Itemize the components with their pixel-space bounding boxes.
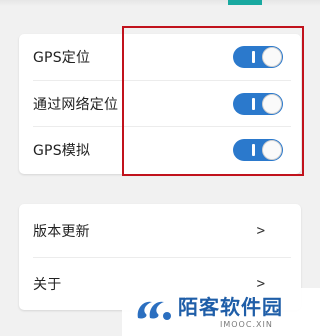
- top-bar: [0, 0, 320, 6]
- version-update-row[interactable]: 版本更新 >: [33, 204, 291, 257]
- watermark-subtitle: IMOOC.XIN: [220, 320, 273, 329]
- top-tab-indicator: [228, 0, 262, 5]
- network-location-label: 通过网络定位: [33, 96, 119, 113]
- highlight-box: [122, 26, 304, 176]
- watermark-logo-icon: [137, 301, 171, 320]
- about-label: 关于: [33, 277, 62, 293]
- gps-location-label: GPS定位: [33, 50, 91, 66]
- version-update-label: 版本更新: [33, 223, 90, 240]
- watermark-title: 陌客软件园: [178, 295, 283, 319]
- gps-simulation-label: GPS模拟: [33, 142, 91, 159]
- chevron-right-icon: >: [256, 222, 265, 239]
- watermark: 陌客软件园 IMOOC.XIN: [122, 288, 320, 336]
